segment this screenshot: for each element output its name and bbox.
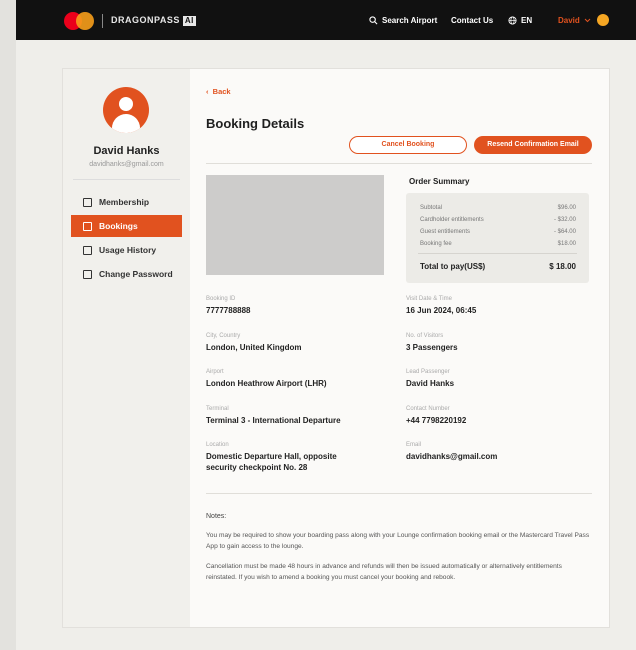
divider xyxy=(206,163,592,164)
field-value: Domestic Departure Hall, opposite securi… xyxy=(206,452,337,472)
back-link[interactable]: ‹ Back xyxy=(206,87,231,96)
order-row-value: $18.00 xyxy=(557,241,576,247)
sidebar-item-label: Bookings xyxy=(99,221,138,231)
sidebar-item-membership[interactable]: Membership xyxy=(71,191,182,213)
order-row-value: - $64.00 xyxy=(553,229,576,235)
order-total-value: $ 18.00 xyxy=(549,262,576,271)
field-label: Location xyxy=(206,442,229,448)
field-label: Visit Date & Time xyxy=(406,296,452,302)
order-summary-row: Cardholder entitlements - $32.00 xyxy=(420,217,576,223)
field-value: David Hanks xyxy=(406,379,455,388)
order-summary-row: Guest entitlements - $64.00 xyxy=(420,229,576,235)
nav-contact-label: Contact Us xyxy=(451,16,494,25)
user-avatar-icon[interactable] xyxy=(597,14,609,26)
account-sidebar: David Hanks davidhanks@gmail.com Members… xyxy=(63,69,190,627)
order-total-label: Total to pay(US$) xyxy=(420,262,486,271)
order-row-label: Guest entitlements xyxy=(420,229,471,235)
field-value: London, United Kingdom xyxy=(206,343,302,352)
page-title: Booking Details xyxy=(206,116,305,131)
lead-passenger-field: Lead Passenger David Hanks xyxy=(406,369,454,389)
chevron-down-icon xyxy=(584,18,591,23)
email-field: Email davidhanks@gmail.com xyxy=(406,442,497,462)
account-card: David Hanks davidhanks@gmail.com Members… xyxy=(62,68,610,628)
field-value: +44 7798220192 xyxy=(406,416,467,425)
order-row-value: - $32.00 xyxy=(553,217,576,223)
nav-contact-us[interactable]: Contact Us xyxy=(451,16,493,25)
order-summary-row: Booking fee $18.00 xyxy=(420,241,576,247)
brand-name: DRAGONPASS xyxy=(111,15,180,25)
profile-name: David Hanks xyxy=(93,145,160,157)
order-row-label: Cardholder entitlements xyxy=(420,217,484,223)
history-icon xyxy=(83,245,92,255)
user-menu-label: David xyxy=(558,16,580,25)
profile-divider xyxy=(73,179,180,180)
city-country-field: City, Country London, United Kingdom xyxy=(206,333,302,353)
location-field: Location Domestic Departure Hall, opposi… xyxy=(206,442,356,473)
globe-icon xyxy=(508,16,517,25)
visitors-field: No. of Visitors 3 Passengers xyxy=(406,333,458,353)
field-label: Lead Passenger xyxy=(406,369,450,375)
back-label: Back xyxy=(212,87,231,96)
visit-datetime-field: Visit Date & Time 16 Jun 2024, 06:45 xyxy=(406,296,476,316)
order-row-label: Booking fee xyxy=(420,241,452,247)
field-value: 16 Jun 2024, 06:45 xyxy=(406,306,477,315)
order-row-label: Subtotal xyxy=(420,205,443,211)
order-summary-row: Subtotal $96.00 xyxy=(420,205,576,211)
field-value: davidhanks@gmail.com xyxy=(406,452,498,461)
booking-details-panel: ‹ Back Booking Details Cancel Booking Re… xyxy=(190,69,609,627)
field-value: 7777788888 xyxy=(206,306,251,315)
field-label: City, Country xyxy=(206,333,241,339)
mastercard-logo[interactable] xyxy=(64,12,94,30)
left-background-strip xyxy=(0,0,16,650)
search-icon xyxy=(369,16,378,25)
sidebar-item-change-password[interactable]: Change Password xyxy=(71,263,182,285)
lock-icon xyxy=(83,269,92,279)
booking-id-field: Booking ID 7777788888 xyxy=(206,296,251,316)
notes-paragraph: Cancellation must be made 48 hours in ad… xyxy=(206,563,562,581)
divider xyxy=(206,493,592,494)
sidebar-item-label: Change Password xyxy=(99,269,173,279)
brand-separator xyxy=(102,14,103,28)
membership-card-icon xyxy=(83,197,92,207)
language-selector[interactable]: EN xyxy=(508,16,532,25)
notes-paragraph: You may be required to show your boardin… xyxy=(206,532,590,550)
field-label: No. of Visitors xyxy=(406,333,444,339)
dragonpass-logo[interactable]: DRAGONPASS AI xyxy=(111,15,196,26)
chevron-left-icon: ‹ xyxy=(206,87,209,96)
order-summary-title: Order Summary xyxy=(409,177,470,186)
field-label: Email xyxy=(406,442,422,448)
nav-search-airport[interactable]: Search Airport xyxy=(369,16,437,25)
cancel-booking-button[interactable]: Cancel Booking xyxy=(349,136,467,154)
field-value: Terminal 3 - International Departure xyxy=(206,416,341,425)
resend-confirmation-button[interactable]: Resend Confirmation Email xyxy=(474,136,592,154)
calendar-icon xyxy=(83,221,92,231)
airport-field: Airport London Heathrow Airport (LHR) xyxy=(206,369,327,389)
order-summary-divider xyxy=(418,253,577,254)
field-value: 3 Passengers xyxy=(406,343,458,352)
terminal-field: Terminal Terminal 3 - International Depa… xyxy=(206,406,341,426)
sidebar-item-label: Membership xyxy=(99,197,150,207)
sidebar-item-label: Usage History xyxy=(99,245,157,255)
sidebar-item-usage-history[interactable]: Usage History xyxy=(71,239,182,261)
field-label: Terminal xyxy=(206,406,229,412)
field-label: Airport xyxy=(206,369,224,375)
field-label: Contact Number xyxy=(406,406,450,412)
profile-email: davidhanks@gmail.com xyxy=(89,161,164,168)
field-value: London Heathrow Airport (LHR) xyxy=(206,379,327,388)
order-summary-box: Subtotal $96.00 Cardholder entitlements … xyxy=(406,193,589,283)
order-total: Total to pay(US$) $ 18.00 xyxy=(420,262,576,271)
order-row-value: $96.00 xyxy=(557,205,576,211)
user-menu[interactable]: David xyxy=(558,16,591,25)
brand-badge: AI xyxy=(182,16,196,26)
nav-search-label: Search Airport xyxy=(382,16,438,25)
contact-number-field: Contact Number +44 7798220192 xyxy=(406,406,466,426)
sidebar-item-bookings[interactable]: Bookings xyxy=(71,215,182,237)
profile-avatar xyxy=(103,87,149,133)
language-label: EN xyxy=(521,16,533,25)
top-navigation-bar: DRAGONPASS AI Search Airport Contact Us E… xyxy=(16,0,636,40)
lounge-image-placeholder xyxy=(206,175,384,275)
field-label: Booking ID xyxy=(206,296,236,302)
notes-label: Notes: xyxy=(206,513,227,520)
